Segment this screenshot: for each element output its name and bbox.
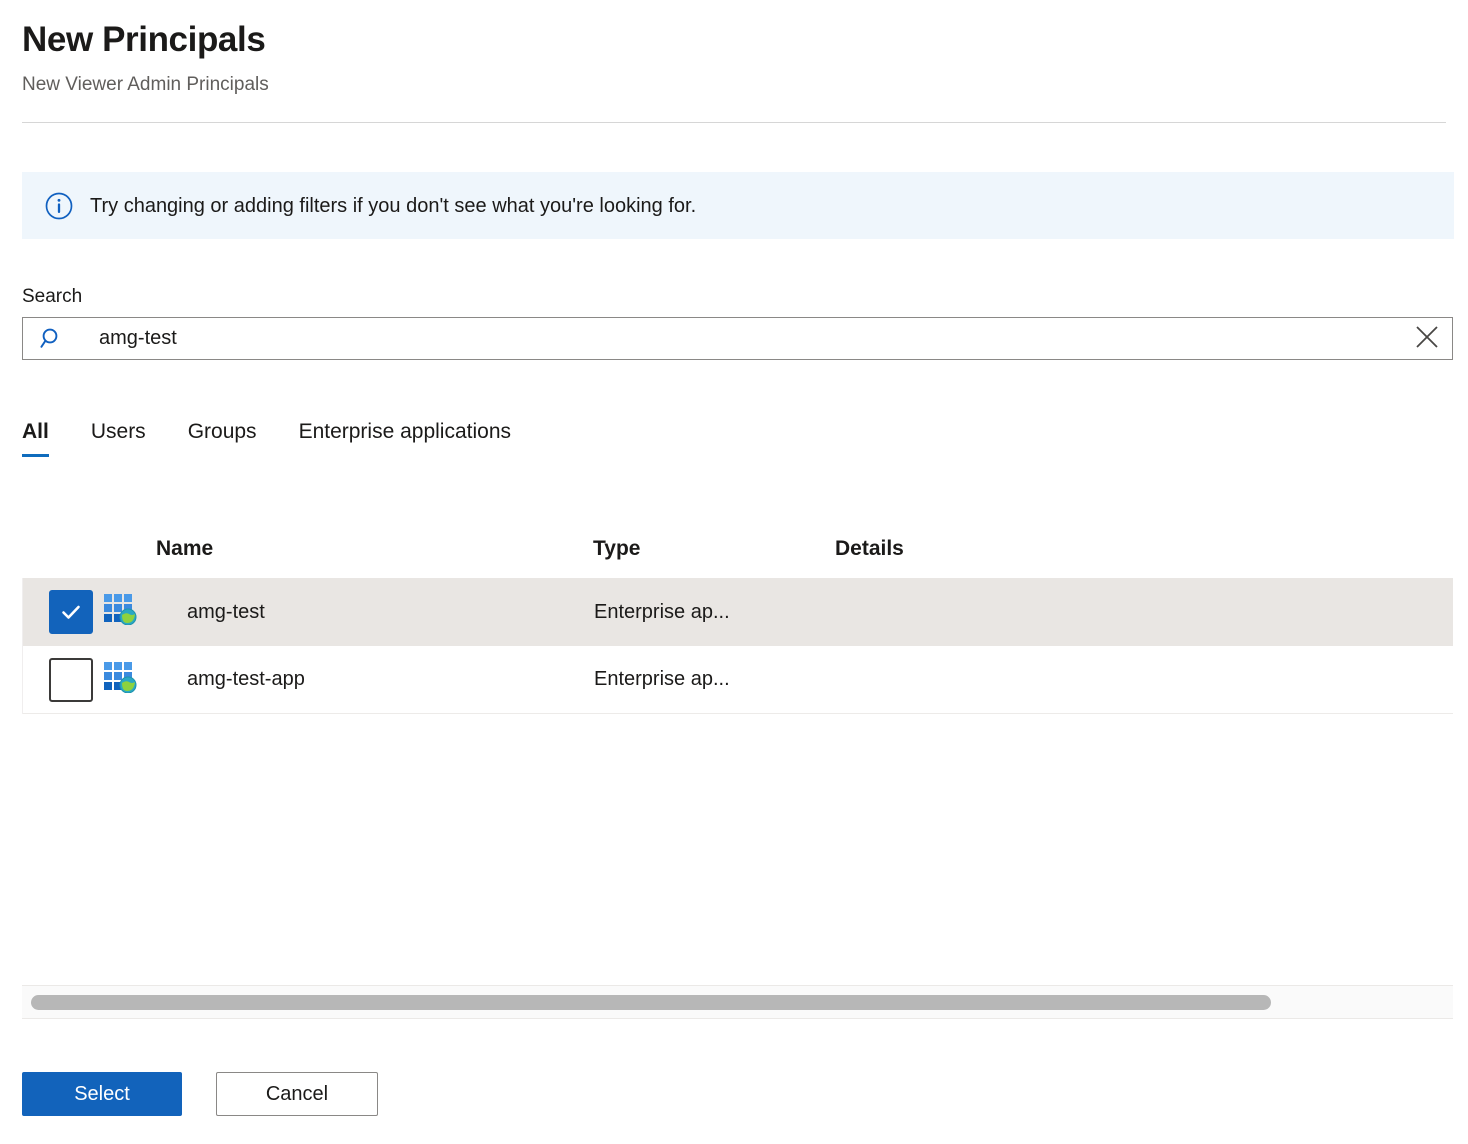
column-header-details: Details xyxy=(835,537,1135,561)
row-checkbox[interactable] xyxy=(49,658,93,702)
close-icon xyxy=(1413,323,1441,354)
panel-header: New Principals New Viewer Admin Principa… xyxy=(0,0,1468,98)
horizontal-scrollbar[interactable] xyxy=(22,985,1453,1019)
tab-groups[interactable]: Groups xyxy=(188,418,257,457)
table-row[interactable]: amg-test-app Enterprise ap... xyxy=(23,646,1453,714)
select-button[interactable]: Select xyxy=(22,1072,182,1116)
row-icon-cell xyxy=(91,593,157,631)
table-row[interactable]: amg-test Enterprise ap... xyxy=(23,578,1453,646)
info-banner-message: Try changing or adding filters if you do… xyxy=(90,193,696,219)
principals-table: Name Type Details xyxy=(22,520,1453,990)
page-subtitle: New Viewer Admin Principals xyxy=(22,72,1446,98)
search-box[interactable] xyxy=(22,317,1453,360)
row-name: amg-test-app xyxy=(157,668,594,691)
info-banner: Try changing or adding filters if you do… xyxy=(22,172,1454,239)
table-body: amg-test Enterprise ap... xyxy=(22,578,1453,714)
row-name: amg-test xyxy=(157,601,594,624)
column-header-type: Type xyxy=(593,537,835,561)
principal-type-tabs: All Users Groups Enterprise applications xyxy=(22,418,553,474)
enterprise-application-icon xyxy=(103,676,137,698)
row-select-cell xyxy=(23,658,91,702)
tab-all[interactable]: All xyxy=(22,418,49,457)
cancel-button[interactable]: Cancel xyxy=(216,1072,378,1116)
tab-enterprise-applications[interactable]: Enterprise applications xyxy=(299,418,511,457)
search-clear-button[interactable] xyxy=(1402,318,1452,359)
new-principals-panel: New Principals New Viewer Admin Principa… xyxy=(0,0,1468,1144)
header-divider xyxy=(22,122,1446,123)
page-title: New Principals xyxy=(22,18,1446,62)
search-label: Search xyxy=(22,285,82,309)
tab-users[interactable]: Users xyxy=(91,418,146,457)
scrollbar-thumb[interactable] xyxy=(31,995,1271,1010)
row-icon-cell xyxy=(91,661,157,699)
row-type: Enterprise ap... xyxy=(594,668,836,691)
table-header-row: Name Type Details xyxy=(22,520,1453,578)
column-header-name: Name xyxy=(156,537,593,561)
row-type: Enterprise ap... xyxy=(594,601,836,624)
panel-footer: Select Cancel xyxy=(22,1072,378,1116)
search-input[interactable] xyxy=(69,318,1402,359)
row-select-cell xyxy=(23,590,91,634)
enterprise-application-icon xyxy=(103,608,137,630)
info-circle-icon xyxy=(44,191,74,221)
search-icon xyxy=(35,327,69,351)
row-checkbox[interactable] xyxy=(49,590,93,634)
